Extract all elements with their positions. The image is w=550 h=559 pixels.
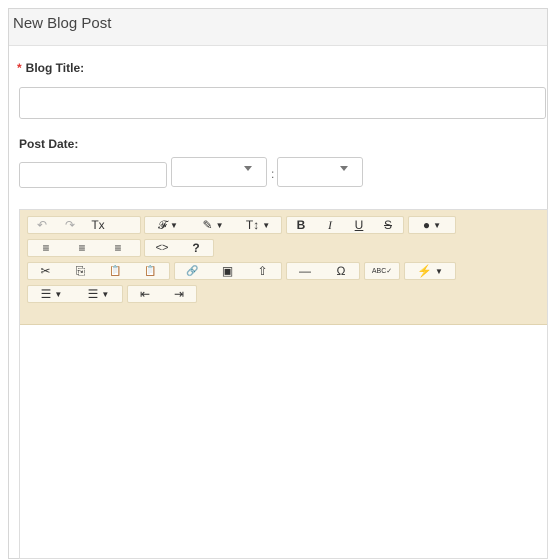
code-view-button[interactable]: <> <box>145 240 179 256</box>
indent-button[interactable]: ⇥ <box>162 286 196 302</box>
required-marker: * <box>17 61 22 75</box>
style-group: B I U S <box>286 216 404 234</box>
cut-button[interactable]: ✂ <box>28 263 63 279</box>
panel-title: New Blog Post <box>9 9 547 46</box>
bold-button[interactable]: B <box>287 217 315 233</box>
chevron-down-icon: ▼ <box>215 220 224 230</box>
post-date-input[interactable] <box>19 162 167 188</box>
quick-insert-group: ⚡ ▼ <box>404 262 456 280</box>
align-group: ≡ ≡ ≡ <box>27 239 141 257</box>
align-left-button[interactable]: ≡ <box>28 240 64 256</box>
editor-toolbar: ↶ ↷ Tx 𝓕 ▼ ✎ ▼ T↕ ▼ B I U S ● ▼ ≡ ≡ ≡ <>… <box>20 210 547 325</box>
font-family-icon: 𝓕 <box>158 217 167 232</box>
color-group: ● ▼ <box>408 216 456 234</box>
spell-group: ABC✓ <box>364 262 400 280</box>
outdent-button[interactable]: ⇤ <box>128 286 162 302</box>
list-group: ☰ ▼ ☰ ▼ <box>27 285 123 303</box>
image-button[interactable]: ▣ <box>210 263 245 279</box>
font-size-icon: T↕ <box>245 218 260 232</box>
hour-select[interactable] <box>171 157 267 187</box>
bulleted-list-button[interactable]: ☰ ▼ <box>28 286 75 302</box>
insert-group: 🔗 ▣ ⇧ <box>174 262 282 280</box>
align-center-button[interactable]: ≡ <box>64 240 100 256</box>
chevron-down-icon: ▼ <box>435 266 443 276</box>
chevron-down-icon: ▼ <box>433 220 442 230</box>
chevron-down-icon: ▼ <box>169 220 178 230</box>
paste-plain-button[interactable]: 📋 <box>133 263 168 279</box>
numbered-list-icon: ☰ <box>87 287 99 301</box>
chevron-down-icon: ▼ <box>262 220 271 230</box>
blog-title-label: * Blog Title: <box>17 61 84 75</box>
italic-button[interactable]: I <box>315 217 345 233</box>
pen-icon: ✎ <box>202 218 213 232</box>
lightning-icon: ⚡ <box>417 264 433 278</box>
strikethrough-button[interactable]: S <box>373 217 403 233</box>
rich-text-editor: ↶ ↷ Tx 𝓕 ▼ ✎ ▼ T↕ ▼ B I U S ● ▼ ≡ ≡ ≡ <>… <box>19 209 548 559</box>
time-separator: : <box>271 167 275 181</box>
chevron-down-icon: ▼ <box>101 289 110 299</box>
help-button[interactable]: ? <box>179 240 213 256</box>
chevron-down-icon <box>244 166 252 171</box>
undo-button[interactable]: ↶ <box>28 217 56 233</box>
copy-button[interactable]: ⎘ <box>63 263 98 279</box>
upload-button[interactable]: ⇧ <box>245 263 280 279</box>
misc-group: <> ? <box>144 239 214 257</box>
link-button[interactable]: 🔗 <box>175 263 210 279</box>
quick-insert-button[interactable]: ⚡ ▼ <box>405 263 455 279</box>
drop-icon: ● <box>422 218 431 232</box>
font-group: 𝓕 ▼ ✎ ▼ T↕ ▼ <box>144 216 282 234</box>
minute-select[interactable] <box>277 157 363 187</box>
align-right-button[interactable]: ≡ <box>100 240 136 256</box>
font-family-button[interactable]: 𝓕 ▼ <box>145 217 191 233</box>
symbols-group: — Ω <box>286 262 360 280</box>
clipboard-group: ✂ ⎘ 📋 📋 <box>27 262 170 280</box>
history-group: ↶ ↷ Tx <box>27 216 141 234</box>
indent-group: ⇤ ⇥ <box>127 285 197 303</box>
bulleted-list-icon: ☰ <box>40 287 52 301</box>
blog-title-label-text: Blog Title: <box>25 61 85 75</box>
clear-format-button[interactable]: Tx <box>84 217 112 233</box>
numbered-list-button[interactable]: ☰ ▼ <box>75 286 122 302</box>
font-color-button[interactable]: ✎ ▼ <box>191 217 235 233</box>
post-date-label: Post Date: <box>19 137 79 151</box>
font-size-button[interactable]: T↕ ▼ <box>235 217 281 233</box>
chevron-down-icon: ▼ <box>54 289 63 299</box>
underline-button[interactable]: U <box>345 217 373 233</box>
horizontal-rule-button[interactable]: — <box>287 263 323 279</box>
editor-content-area[interactable] <box>20 325 547 558</box>
new-blog-post-panel: New Blog Post * Blog Title: Post Date: : … <box>8 8 548 559</box>
blog-title-input[interactable] <box>19 87 546 119</box>
fill-color-button[interactable]: ● ▼ <box>409 217 455 233</box>
chevron-down-icon <box>340 166 348 171</box>
spellcheck-button[interactable]: ABC✓ <box>365 263 399 279</box>
paste-button[interactable]: 📋 <box>98 263 133 279</box>
special-char-button[interactable]: Ω <box>323 263 359 279</box>
redo-button[interactable]: ↷ <box>56 217 84 233</box>
